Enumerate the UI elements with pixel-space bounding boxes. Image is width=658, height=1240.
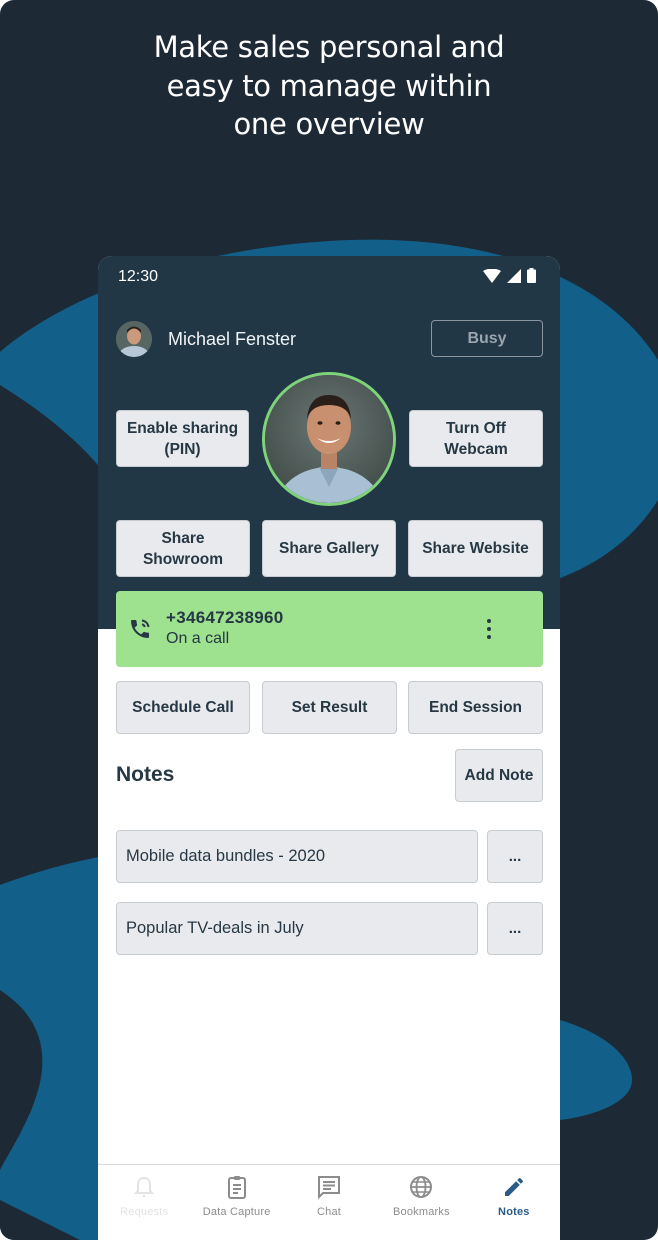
set-result-button[interactable]: Set Result xyxy=(262,681,397,734)
nav-item-requests[interactable]: Requests xyxy=(98,1165,190,1240)
end-session-button[interactable]: End Session xyxy=(408,681,543,734)
headline-line-1: Make sales personal and xyxy=(153,30,505,64)
chat-icon xyxy=(316,1174,342,1200)
nav-item-notes[interactable]: Notes xyxy=(468,1165,560,1240)
note-item[interactable]: Mobile data bundles - 2020 xyxy=(116,830,478,883)
promo-canvas: Make sales personal and easy to manage w… xyxy=(0,0,658,1240)
call-status: On a call xyxy=(166,630,230,647)
more-vertical-icon[interactable] xyxy=(478,617,500,641)
webcam-video xyxy=(262,372,396,506)
nav-item-chat[interactable]: Chat xyxy=(283,1165,375,1240)
clipboard-icon xyxy=(224,1174,250,1200)
phone-in-call-icon xyxy=(131,619,150,638)
share-showroom-button[interactable]: Share Showroom xyxy=(116,520,250,577)
blob-right-bottom xyxy=(560,1020,632,1120)
enable-sharing-button[interactable]: Enable sharing (PIN) xyxy=(116,410,249,467)
nav-item-bookmarks[interactable]: Bookmarks xyxy=(375,1165,467,1240)
webcam-person-image xyxy=(265,375,393,503)
agent-row: Michael Fenster xyxy=(116,320,296,358)
note-item[interactable]: Popular TV-deals in July xyxy=(116,902,478,955)
signal-icon xyxy=(507,268,521,283)
note-more-button[interactable]: ... xyxy=(487,830,543,883)
nav-label: Chat xyxy=(316,1206,342,1218)
phone-screen: 12:30 Michael Fenster Busy Enable sharin… xyxy=(98,256,560,1240)
note-more-button[interactable]: ... xyxy=(487,902,543,955)
bell-icon xyxy=(131,1174,157,1200)
battery-icon xyxy=(527,268,536,283)
agent-name: Michael Fenster xyxy=(168,328,297,349)
notes-title: Notes xyxy=(116,763,175,786)
call-phone-number: +34647238960 xyxy=(166,608,284,627)
headline-line-3: one overview xyxy=(233,107,425,141)
nav-label: Notes xyxy=(498,1206,530,1218)
status-time: 12:30 xyxy=(118,268,159,285)
turn-off-webcam-button[interactable]: Turn Off Webcam xyxy=(409,410,543,467)
share-website-button[interactable]: Share Website xyxy=(408,520,543,577)
bottom-navigation: Requests Data Capture Chat Bookmarks Not… xyxy=(98,1164,560,1240)
active-call-bar[interactable]: +34647238960 On a call xyxy=(116,591,543,667)
busy-status-button[interactable]: Busy xyxy=(431,320,543,357)
headline-line-2: easy to manage within xyxy=(166,68,492,103)
globe-icon xyxy=(408,1174,434,1200)
pencil-icon xyxy=(501,1174,527,1200)
share-gallery-button[interactable]: Share Gallery xyxy=(262,520,396,577)
wifi-icon xyxy=(483,268,501,283)
status-bar: 12:30 xyxy=(98,256,560,300)
nav-label: Data Capture xyxy=(202,1206,271,1218)
nav-label: Requests xyxy=(120,1206,169,1218)
nav-item-data-capture[interactable]: Data Capture xyxy=(190,1165,282,1240)
status-icons xyxy=(483,268,536,283)
add-note-button[interactable]: Add Note xyxy=(455,749,543,802)
schedule-call-button[interactable]: Schedule Call xyxy=(116,681,250,734)
nav-label: Bookmarks xyxy=(393,1206,450,1218)
avatar[interactable] xyxy=(116,321,152,357)
headline: Make sales personal and easy to manage w… xyxy=(0,28,658,144)
